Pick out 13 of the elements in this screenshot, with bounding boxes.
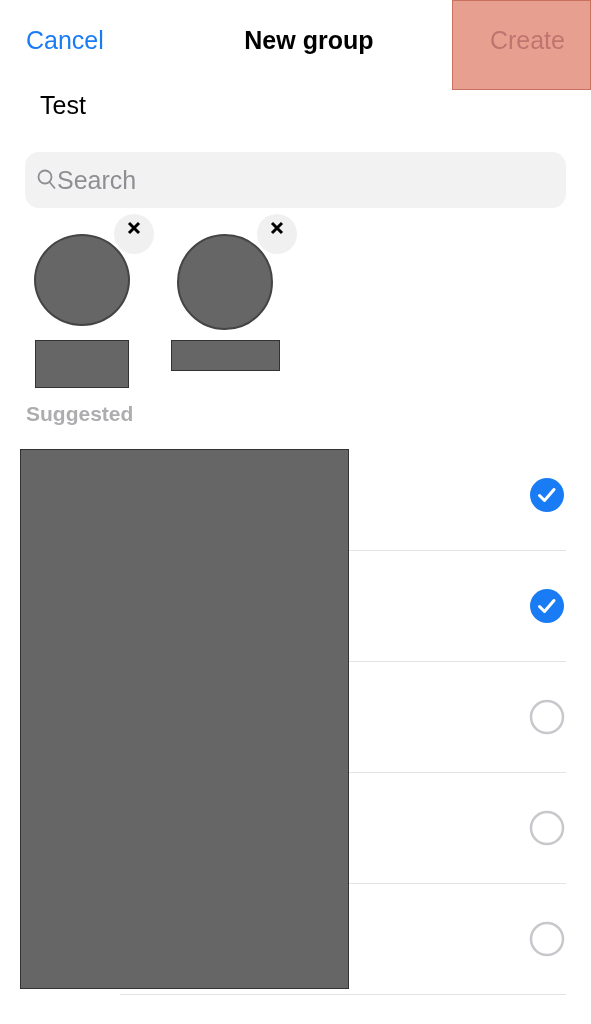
search-input[interactable]: Search (57, 163, 457, 197)
search-icon (37, 169, 57, 191)
cancel-button[interactable]: Cancel (26, 25, 104, 55)
remove-badge[interactable] (114, 214, 154, 254)
section-heading: Suggested (25, 402, 135, 426)
selection-checkbox[interactable] (529, 699, 565, 735)
screen-title: New group (244, 25, 374, 55)
selection-checkbox[interactable] (529, 810, 565, 846)
search-field[interactable]: Search (25, 152, 566, 208)
selection-checkbox[interactable] (529, 588, 565, 624)
remove-badge[interactable] (257, 214, 297, 254)
selection-checkbox[interactable] (529, 477, 565, 513)
selection-checkbox[interactable] (529, 921, 565, 957)
